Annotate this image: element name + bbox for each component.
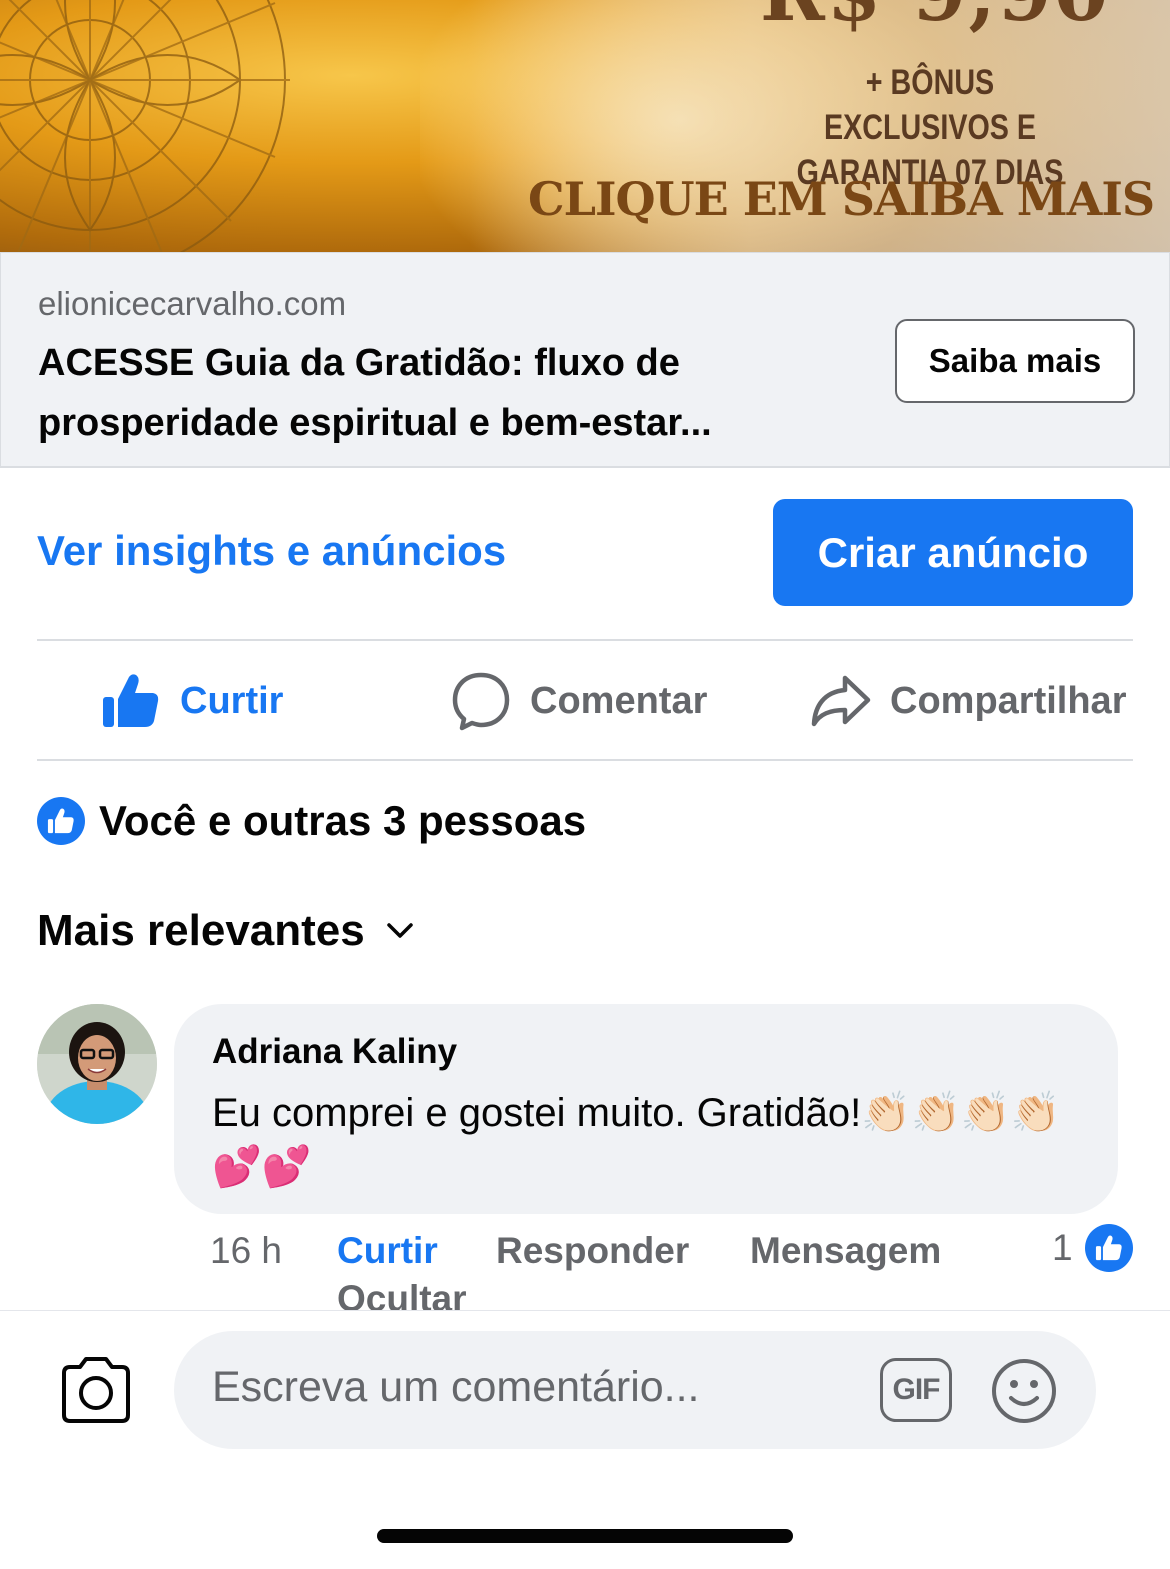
link-domain: elionicecarvalho.com bbox=[38, 285, 347, 322]
banner-price: R$ 9,90 bbox=[760, 0, 1110, 39]
learn-more-button[interactable]: Saiba mais bbox=[895, 319, 1135, 403]
avatar[interactable] bbox=[37, 1004, 157, 1124]
ad-banner-image[interactable]: R$ 9,90 + BÔNUS EXCLUSIVOS E GARANTIA 07… bbox=[0, 0, 1170, 252]
comment-like-count[interactable]: 1 bbox=[1052, 1224, 1133, 1272]
banner-bonus-line1: + BÔNUS EXCLUSIVOS E bbox=[823, 63, 1037, 147]
speech-bubble-icon bbox=[450, 670, 512, 732]
reactions-text: Você e outras 3 pessoas bbox=[99, 797, 587, 844]
like-label: Curtir bbox=[180, 679, 284, 722]
comment-label: Comentar bbox=[530, 679, 708, 722]
share-button[interactable]: Compartilhar bbox=[810, 668, 1126, 734]
comment-input[interactable]: Escreva um comentário... GIF bbox=[174, 1331, 1096, 1449]
comment-bubble[interactable]: Adriana Kaliny Eu comprei e gostei muito… bbox=[174, 1004, 1118, 1214]
facebook-post-screen: R$ 9,90 + BÔNUS EXCLUSIVOS E GARANTIA 07… bbox=[0, 0, 1170, 1569]
comment-author[interactable]: Adriana Kaliny bbox=[212, 1032, 457, 1072]
like-reaction-icon bbox=[37, 797, 85, 845]
camera-icon[interactable] bbox=[58, 1353, 134, 1425]
chevron-down-icon bbox=[385, 916, 415, 946]
sort-label: Mais relevantes bbox=[37, 906, 365, 955]
comments-sort-dropdown[interactable]: Mais relevantes bbox=[37, 906, 415, 956]
comment-like-count-value: 1 bbox=[1052, 1227, 1073, 1268]
like-reaction-icon bbox=[1084, 1224, 1133, 1272]
divider bbox=[37, 759, 1133, 761]
thumbs-up-icon bbox=[100, 670, 162, 732]
link-preview-card[interactable]: elionicecarvalho.com ACESSE Guia da Grat… bbox=[0, 252, 1170, 468]
reactions-summary[interactable]: Você e outras 3 pessoas bbox=[37, 797, 586, 845]
comment-text: Eu comprei e gostei muito. Gratidão!👏🏻👏🏻… bbox=[212, 1091, 1061, 1189]
mandala-ornament bbox=[0, 0, 290, 252]
share-arrow-icon bbox=[810, 670, 872, 732]
link-title: ACESSE Guia da Gratidão: fluxo de prospe… bbox=[38, 342, 712, 444]
like-button[interactable]: Curtir bbox=[100, 668, 283, 734]
home-indicator[interactable] bbox=[377, 1529, 793, 1543]
banner-cta: CLIQUE EM SAIBA MAIS bbox=[528, 172, 1155, 226]
comment-button[interactable]: Comentar bbox=[450, 668, 707, 734]
create-ad-button[interactable]: Criar anúncio bbox=[773, 499, 1133, 606]
comment-input-placeholder: Escreva um comentário... bbox=[212, 1363, 700, 1411]
gif-button[interactable]: GIF bbox=[880, 1358, 952, 1422]
emoji-icon[interactable] bbox=[990, 1357, 1058, 1425]
comment-message-button[interactable]: Mensagem bbox=[750, 1230, 941, 1272]
share-label: Compartilhar bbox=[890, 679, 1127, 722]
divider bbox=[37, 639, 1133, 641]
comment-timestamp: 16 h bbox=[210, 1230, 283, 1271]
comment-reply-button[interactable]: Responder bbox=[496, 1230, 689, 1272]
comment-like-button[interactable]: Curtir bbox=[337, 1230, 438, 1272]
view-insights-link[interactable]: Ver insights e anúncios bbox=[37, 527, 506, 575]
